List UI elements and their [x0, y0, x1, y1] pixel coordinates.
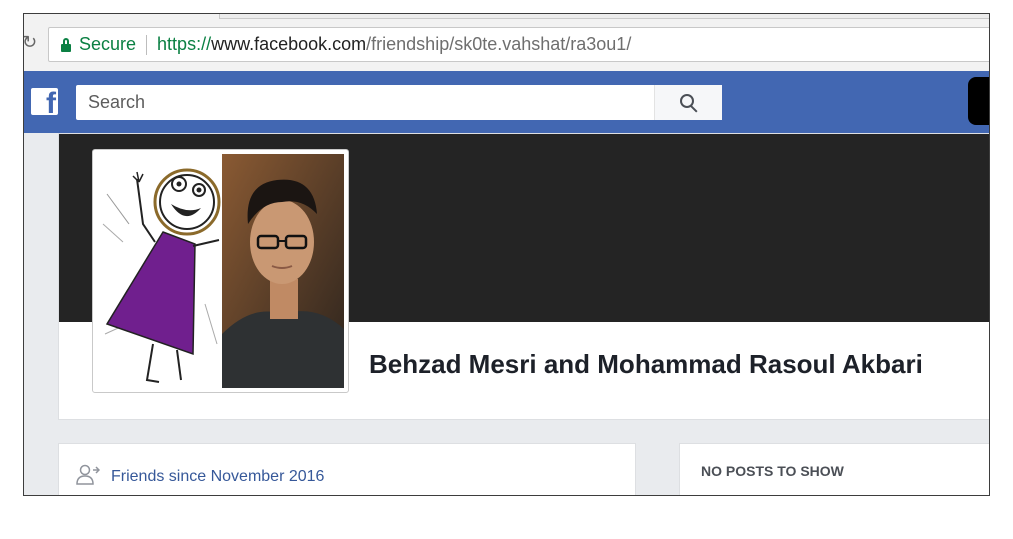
facebook-logo-icon[interactable]: f	[31, 88, 58, 115]
search-icon	[679, 93, 694, 108]
screenshot-frame: ↻ Secure https://www.facebook.com/friend…	[23, 13, 990, 496]
friends-icon	[76, 464, 100, 485]
friendship-names: Behzad Mesri and Mohammad Rasoul Akbari	[369, 349, 923, 379]
friendship-header-card: Behzad Mesri and Mohammad Rasoul Akbari	[58, 133, 989, 420]
no-posts-heading: NO POSTS TO SHOW	[701, 463, 844, 479]
url-path: /friendship/sk0te.vahshat/ra3ou1/	[366, 34, 632, 54]
url-host: www.facebook.com	[211, 34, 367, 54]
profile-photo-cartoon[interactable]	[97, 154, 223, 388]
search-button[interactable]	[654, 85, 722, 120]
friends-since-text: Friends since November 2016	[111, 468, 325, 485]
browser-chrome: ↻ Secure https://www.facebook.com/friend…	[24, 14, 989, 71]
person-portrait-icon	[222, 154, 344, 388]
posts-card: NO POSTS TO SHOW	[679, 443, 989, 495]
profile-photo-man[interactable]	[222, 154, 344, 388]
account-menu-button[interactable]	[968, 77, 989, 125]
search-input[interactable]	[76, 85, 654, 120]
cartoon-figure-icon	[102, 168, 221, 383]
friendship-info-card: Friends since November 2016	[58, 443, 636, 495]
address-separator	[146, 34, 148, 55]
search-box	[76, 85, 722, 120]
url-text[interactable]: https://www.facebook.com/friendship/sk0t…	[157, 34, 631, 55]
secure-label: Secure	[79, 34, 137, 54]
friendship-profile-photos[interactable]	[92, 149, 349, 393]
reload-icon[interactable]: ↻	[24, 32, 37, 53]
facebook-top-bar: f	[24, 71, 989, 133]
url-scheme: https://	[157, 34, 212, 54]
lock-icon	[61, 37, 71, 52]
browser-tab-strip	[219, 14, 989, 19]
address-bar[interactable]: Secure https://www.facebook.com/friendsh…	[48, 27, 989, 62]
